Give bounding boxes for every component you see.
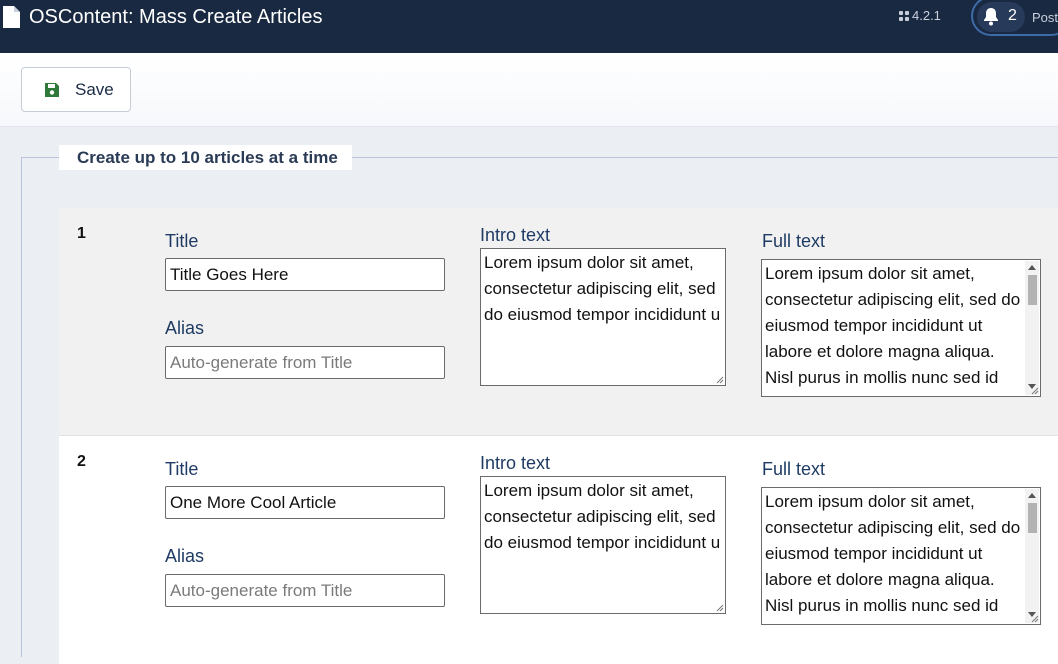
save-button[interactable]: Save (21, 67, 131, 112)
alias-input[interactable] (165, 574, 445, 607)
alias-label: Alias (165, 546, 205, 566)
intro-text-content: Lorem ipsum dolor sit amet, consectetur … (484, 481, 721, 552)
version-number: 4.2.1 (912, 8, 941, 23)
document-icon (3, 6, 20, 28)
title-label: Title (165, 459, 199, 479)
intro-text-label: Intro text (480, 453, 551, 473)
alias-label: Alias (165, 318, 205, 338)
full-text-scrollbar[interactable] (1025, 261, 1039, 395)
bell-icon (984, 8, 998, 26)
fieldset-legend: Create up to 10 articles at a time (59, 145, 352, 170)
resize-grip-icon[interactable] (715, 375, 724, 384)
toolbar: Save (0, 53, 1058, 127)
title-input[interactable] (165, 486, 445, 519)
intro-text-content: Lorem ipsum dolor sit amet, consectetur … (484, 253, 721, 324)
resize-grip-icon[interactable] (1030, 386, 1039, 395)
alias-input[interactable] (165, 346, 445, 379)
scroll-up-arrow-icon[interactable] (1028, 265, 1036, 270)
title-label: Title (165, 231, 199, 251)
title-input[interactable] (165, 258, 445, 291)
full-text-label: Full text (762, 459, 826, 479)
joomla-icon (899, 11, 909, 21)
article-row-1: 1 Title Alias Intro text Lorem ipsum dol… (59, 208, 1058, 436)
scroll-thumb[interactable] (1028, 275, 1037, 305)
full-text-label: Full text (762, 231, 826, 251)
article-row-2: 2 Title Alias Intro text Lorem ipsum dol… (59, 436, 1058, 664)
full-text-content: Lorem ipsum dolor sit amet, consectetur … (765, 264, 1025, 387)
row-number: 1 (77, 225, 86, 242)
intro-text-area[interactable]: Lorem ipsum dolor sit amet, consectetur … (480, 248, 726, 386)
notifications-button[interactable]: 2 Post (971, 0, 1058, 36)
scroll-up-arrow-icon[interactable] (1028, 493, 1036, 498)
post-menu-label[interactable]: Post (1032, 10, 1058, 26)
row-number: 2 (77, 453, 86, 470)
app-header: OSContent: Mass Create Articles 4.2.1 2 … (0, 0, 1058, 53)
full-text-scrollbar[interactable] (1025, 489, 1039, 623)
floppy-disk-icon (45, 83, 59, 97)
page-title: OSContent: Mass Create Articles (29, 6, 323, 28)
full-text-area[interactable]: Lorem ipsum dolor sit amet, consectetur … (761, 487, 1041, 625)
version-info: 4.2.1 (898, 8, 941, 24)
scroll-thumb[interactable] (1028, 503, 1037, 533)
save-label: Save (75, 80, 114, 99)
resize-grip-icon[interactable] (715, 603, 724, 612)
full-text-content: Lorem ipsum dolor sit amet, consectetur … (765, 492, 1025, 615)
intro-text-label: Intro text (480, 225, 551, 245)
intro-text-area[interactable]: Lorem ipsum dolor sit amet, consectetur … (480, 476, 726, 614)
notification-count: 2 (1008, 7, 1017, 24)
resize-grip-icon[interactable] (1030, 614, 1039, 623)
full-text-area[interactable]: Lorem ipsum dolor sit amet, consectetur … (761, 259, 1041, 397)
